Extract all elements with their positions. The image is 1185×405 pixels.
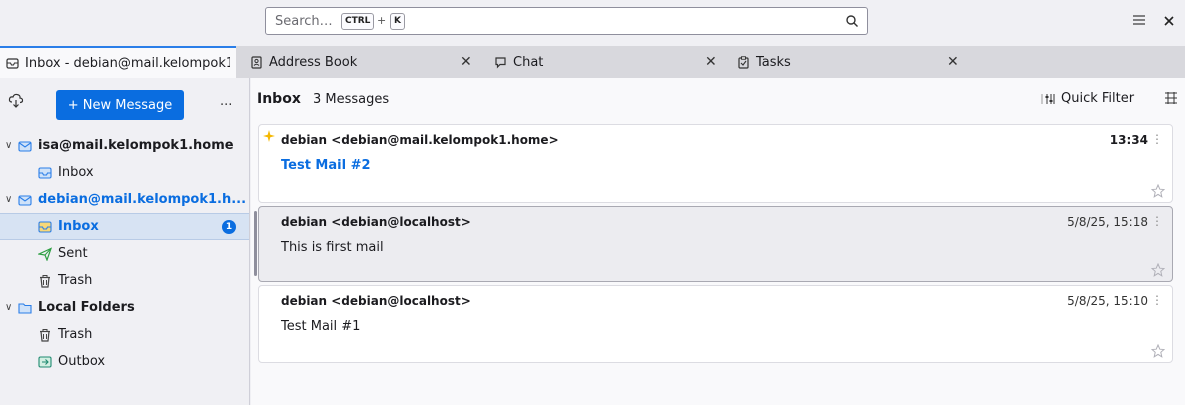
trash-icon	[40, 274, 50, 288]
tab-label: Address Book	[269, 54, 358, 70]
tab-address-book[interactable]: Address Book	[250, 46, 480, 78]
message-card[interactable]: debian <debian@mail.kelompok1.home> Test…	[258, 124, 1173, 203]
tab-label: Tasks	[756, 54, 791, 70]
chevron-down-icon[interactable]: ∨	[5, 302, 15, 313]
trash-icon	[40, 328, 50, 342]
new-message-button[interactable]: + New Message	[56, 90, 184, 120]
tab-chat[interactable]: Chat	[494, 46, 714, 78]
folder-item-inbox-selected[interactable]: Inbox 1	[0, 213, 249, 240]
star-icon[interactable]	[1151, 344, 1165, 358]
star-icon[interactable]	[1151, 263, 1165, 277]
message-more-icon[interactable]: ⋮	[1151, 132, 1163, 146]
message-date: 5/8/25, 15:18	[1067, 215, 1148, 229]
mail-account-icon	[18, 140, 32, 152]
close-tab-icon[interactable]: ✕	[460, 54, 472, 70]
folder-label: Outbox	[58, 354, 106, 369]
message-more-icon[interactable]: ⋮	[1151, 293, 1163, 307]
account-name: debian@mail.kelompok1.h...	[38, 192, 247, 207]
message-sender: debian <debian@localhost>	[281, 294, 471, 308]
chevron-down-icon[interactable]: ∨	[5, 140, 15, 151]
message-list-header: Inbox 3 Messages Quick Filter	[251, 78, 1185, 120]
close-window-icon[interactable]	[1162, 12, 1176, 28]
folder-item-inbox[interactable]: Inbox	[0, 159, 249, 186]
scrollbar-thumb[interactable]	[254, 211, 257, 276]
search-placeholder: Search…	[275, 14, 333, 29]
star-icon[interactable]	[1151, 184, 1165, 198]
inbox-icon	[38, 166, 52, 179]
quick-filter-label: Quick Filter	[1061, 91, 1135, 106]
folder-item-trash[interactable]: Trash	[0, 267, 249, 294]
shortcut-key-k: K	[390, 13, 405, 30]
mail-tab-icon	[6, 57, 19, 69]
mail-account-icon	[18, 194, 32, 206]
folder-item-sent[interactable]: Sent	[0, 240, 249, 267]
top-toolbar: Search… CTRL + K	[0, 0, 1185, 44]
message-sender: debian <debian@localhost>	[281, 215, 471, 229]
shortcut-key-ctrl: CTRL	[341, 13, 375, 30]
chevron-down-icon[interactable]: ∨	[5, 194, 15, 205]
message-subject: Test Mail #1	[281, 319, 361, 334]
address-book-icon	[251, 55, 262, 69]
quick-filter-button[interactable]: Quick Filter	[1041, 91, 1134, 106]
close-tab-icon[interactable]: ✕	[705, 54, 717, 70]
folder-title: Inbox	[257, 91, 301, 107]
send-icon	[38, 246, 52, 261]
message-more-icon[interactable]: ⋮	[1151, 214, 1163, 228]
message-subject: This is first mail	[281, 240, 384, 255]
get-messages-icon[interactable]	[8, 93, 24, 109]
folder-label: Sent	[58, 246, 88, 261]
account-name: Local Folders	[38, 300, 135, 315]
folder-icon	[18, 302, 32, 314]
folder-label: Inbox	[58, 219, 99, 234]
close-tab-icon[interactable]: ✕	[947, 54, 959, 70]
message-sender: debian <debian@mail.kelompok1.home>	[281, 133, 559, 147]
account-debian[interactable]: ∨ debian@mail.kelompok1.h...	[0, 186, 249, 213]
chat-icon	[495, 56, 506, 68]
account-isa[interactable]: ∨ isa@mail.kelompok1.home	[0, 132, 249, 159]
message-card[interactable]: debian <debian@localhost> Test Mail #1 5…	[258, 285, 1173, 363]
search-icon[interactable]	[845, 14, 859, 28]
filter-sliders-icon	[1041, 93, 1055, 104]
tab-inbox[interactable]: Inbox - debian@mail.kelompok1	[0, 46, 236, 78]
hamburger-menu-icon[interactable]	[1131, 12, 1147, 28]
folder-label: Inbox	[58, 165, 94, 180]
folder-label: Trash	[58, 273, 93, 288]
message-card-selected[interactable]: debian <debian@localhost> This is first …	[258, 206, 1173, 282]
account-local-folders[interactable]: ∨ Local Folders	[0, 294, 249, 321]
outbox-icon	[38, 355, 52, 368]
message-list-pane: Inbox 3 Messages Quick Filter debian <de…	[251, 78, 1185, 405]
tab-tasks[interactable]: Tasks	[737, 46, 947, 78]
message-date: 13:34	[1109, 133, 1148, 147]
unread-count-badge: 1	[222, 220, 236, 234]
folder-label: Trash	[58, 327, 93, 342]
inbox-icon	[38, 220, 52, 233]
tab-bar: Inbox - debian@mail.kelompok1 Address Bo…	[0, 46, 1185, 78]
message-date: 5/8/25, 15:10	[1067, 294, 1148, 308]
list-view-options-icon[interactable]	[1164, 91, 1178, 105]
message-count: 3 Messages	[313, 92, 390, 107]
folder-item-local-trash[interactable]: Trash	[0, 321, 249, 348]
tasks-icon	[738, 55, 749, 69]
tab-label: Inbox - debian@mail.kelompok1	[25, 55, 230, 71]
account-name: isa@mail.kelompok1.home	[38, 138, 234, 153]
folder-pane-menu-button[interactable]: ...	[220, 94, 232, 109]
message-subject: Test Mail #2	[281, 158, 371, 173]
shortcut-plus: +	[377, 14, 387, 27]
tab-label: Chat	[513, 54, 544, 70]
folder-pane: + New Message ... ∨ isa@mail.kelompok1.h…	[0, 78, 250, 405]
folder-item-outbox[interactable]: Outbox	[0, 348, 249, 375]
new-message-sparkle-icon	[263, 130, 275, 142]
search-input[interactable]: Search… CTRL + K	[265, 7, 868, 35]
